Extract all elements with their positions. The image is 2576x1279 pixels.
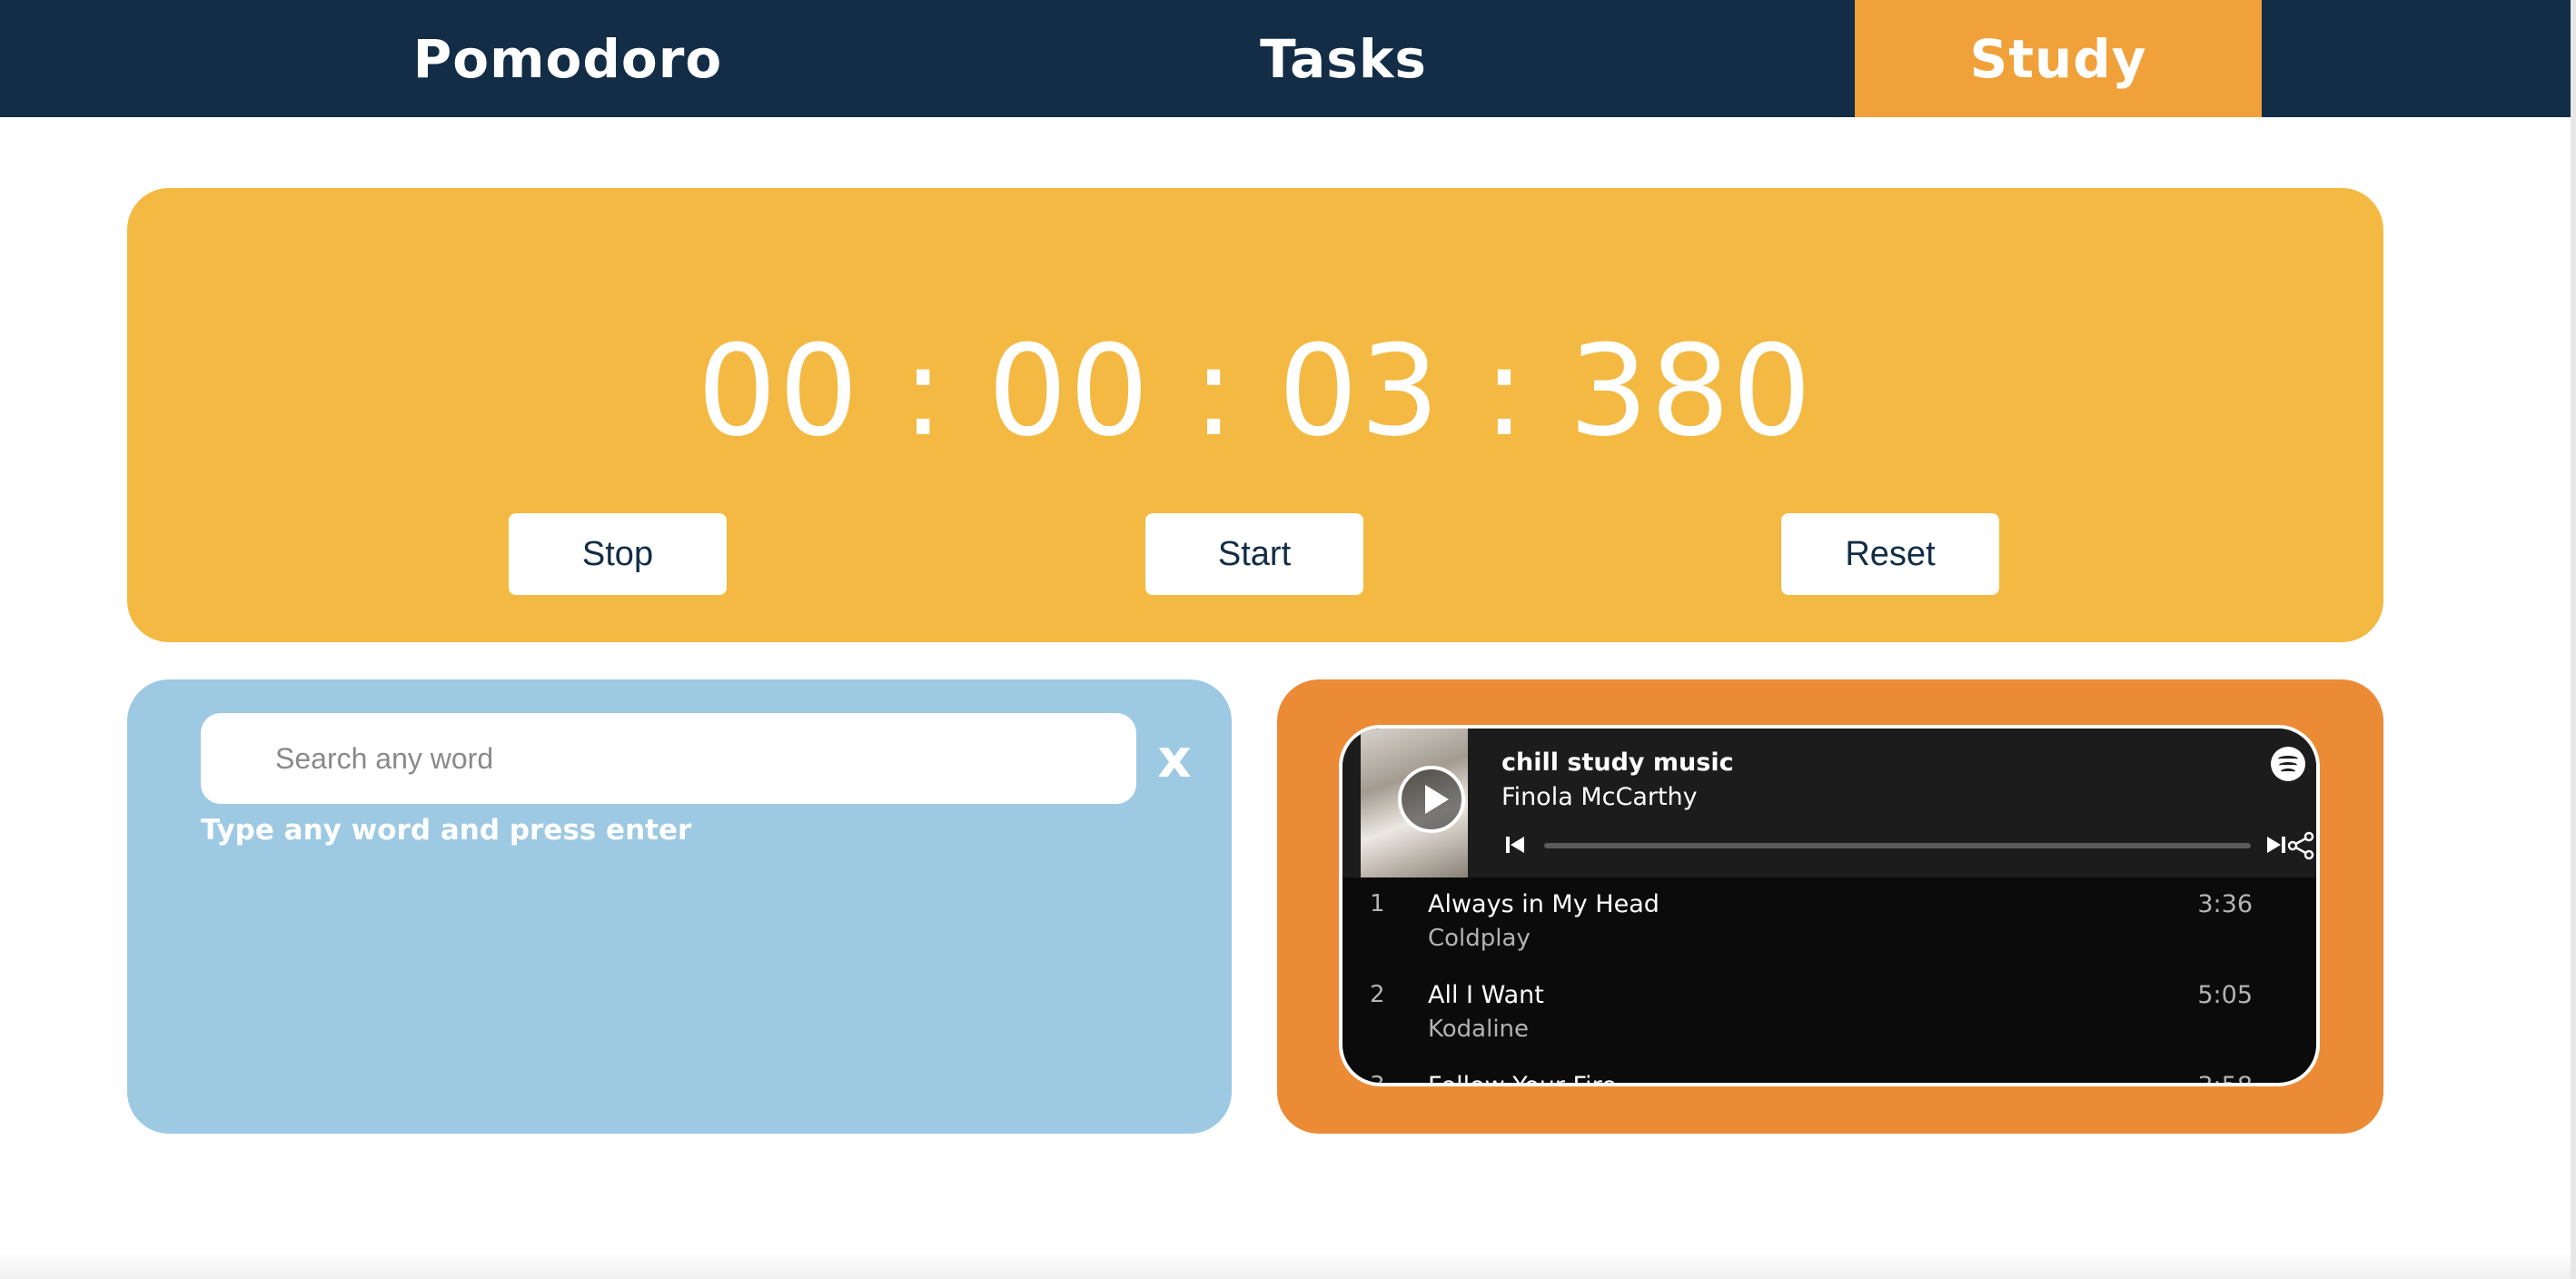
tab-pomodoro[interactable]: Pomodoro <box>363 0 772 117</box>
tab-study[interactable]: Study <box>1855 0 2262 117</box>
stopwatch-minutes: 00 <box>987 318 1151 464</box>
track-number: 2 <box>1370 981 1385 1008</box>
stopwatch-milliseconds: 380 <box>1569 318 1814 464</box>
play-icon[interactable] <box>1398 766 1465 833</box>
dictionary-panel: x Type any word and press enter <box>127 679 1232 1134</box>
search-hint: Type any word and press enter <box>201 814 692 847</box>
spotify-icon[interactable] <box>2271 747 2305 781</box>
stopwatch-separator: : <box>1482 318 1528 464</box>
spotify-player: chill study music Finola McCarthy 1 Alwa… <box>1339 725 2320 1086</box>
track-number: 3 <box>1370 1072 1385 1086</box>
playlist-cover-image[interactable] <box>1361 729 1468 877</box>
stopwatch-separator: : <box>1192 318 1237 464</box>
track-row[interactable]: 1 Always in My Head Coldplay 3:36 <box>1342 877 2316 968</box>
playback-progress-bar[interactable] <box>1544 843 2251 848</box>
playlist-title[interactable]: chill study music <box>1501 749 1734 777</box>
track-artist: Kodaline <box>1428 1016 1530 1043</box>
track-duration: 3:36 <box>2197 890 2253 918</box>
share-icon[interactable] <box>2285 830 2316 861</box>
track-title: Follow Your Fire <box>1428 1072 1617 1086</box>
track-number: 1 <box>1370 890 1385 917</box>
track-duration: 3:58 <box>2197 1072 2253 1086</box>
track-row[interactable]: 3 Follow Your Fire 3:58 <box>1342 1059 2316 1086</box>
top-nav: Pomodoro Tasks Study <box>0 0 2571 117</box>
stopwatch-display: 00 : 00 : 03 : 380 <box>127 329 2383 454</box>
skip-forward-icon[interactable] <box>2265 834 2287 856</box>
start-button[interactable]: Start <box>1145 513 1363 595</box>
study-page: Pomodoro Tasks Study 00 : 00 : 03 : 380 … <box>0 0 2576 1279</box>
music-panel: chill study music Finola McCarthy 1 Alwa… <box>1277 679 2383 1134</box>
player-header: chill study music Finola McCarthy <box>1342 729 2316 877</box>
reset-button[interactable]: Reset <box>1781 513 1999 595</box>
stop-button[interactable]: Stop <box>509 513 727 595</box>
track-title: All I Want <box>1428 981 1544 1009</box>
scrollbar-track[interactable] <box>2571 0 2576 1279</box>
tab-tasks[interactable]: Tasks <box>1139 0 1548 117</box>
stopwatch-separator: : <box>901 318 946 464</box>
playlist-owner[interactable]: Finola McCarthy <box>1501 783 1698 811</box>
stopwatch-hours: 00 <box>697 318 861 464</box>
track-duration: 5:05 <box>2197 981 2253 1009</box>
stopwatch-panel: 00 : 00 : 03 : 380 Stop Start Reset <box>127 188 2383 642</box>
clear-search-button[interactable]: x <box>1152 727 1197 790</box>
stopwatch-seconds: 03 <box>1278 318 1442 464</box>
track-row[interactable]: 2 All I Want Kodaline 5:05 <box>1342 968 2316 1059</box>
track-artist: Coldplay <box>1428 925 1531 952</box>
track-title: Always in My Head <box>1428 890 1660 918</box>
footer-shadow <box>0 1252 2571 1279</box>
track-list: 1 Always in My Head Coldplay 3:36 2 All … <box>1342 877 2316 1086</box>
skip-back-icon[interactable] <box>1504 834 1526 856</box>
word-search-input[interactable] <box>201 713 1136 804</box>
